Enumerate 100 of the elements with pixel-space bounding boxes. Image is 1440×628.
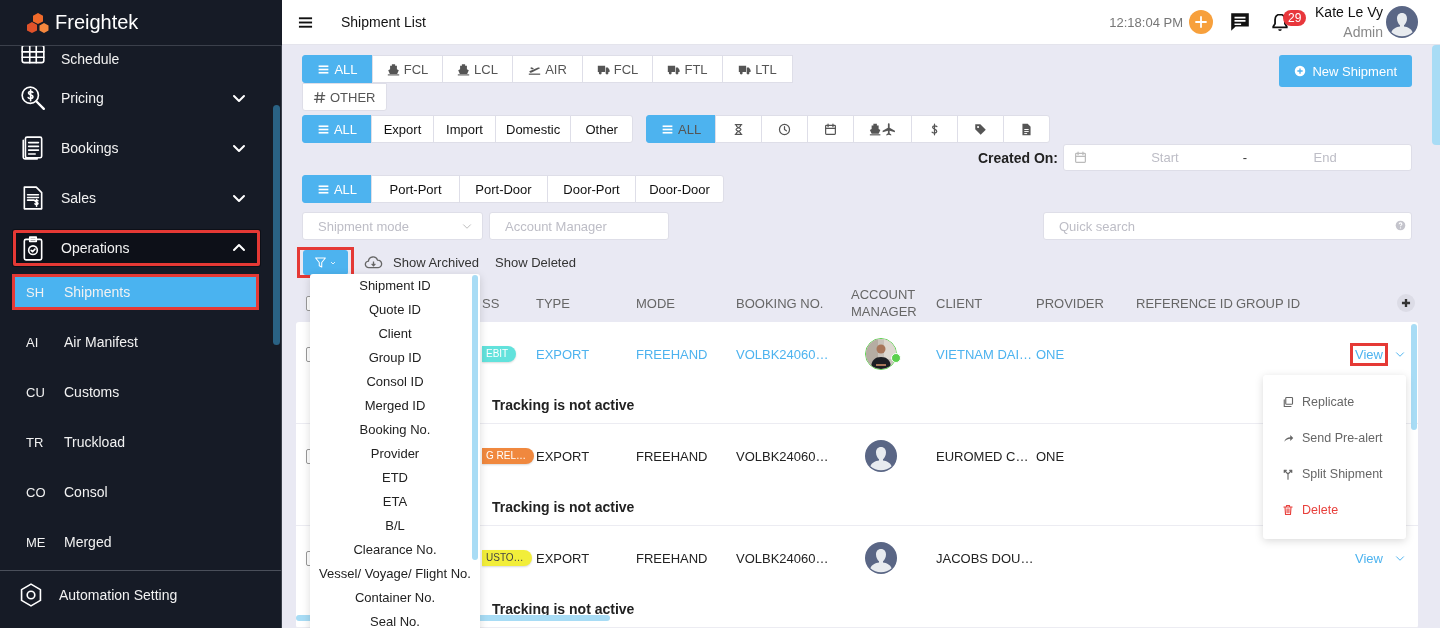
user-name: Kate Le Vy <box>1315 3 1383 22</box>
service-tab[interactable]: Port-Port <box>371 175 460 203</box>
sidebar-subitem[interactable]: AI Air Manifest <box>0 317 281 367</box>
status-tab[interactable] <box>1003 115 1051 143</box>
account-manager-field[interactable]: Account Manager <box>489 212 669 240</box>
status-tab[interactable] <box>853 115 913 143</box>
sidebar-subitem[interactable]: CU Customs <box>0 367 281 417</box>
mode-tab[interactable]: FTL <box>652 55 723 83</box>
tracking-status: Tracking is not active <box>492 397 635 413</box>
start-date-input[interactable]: Start <box>1087 149 1243 166</box>
menu-icon[interactable] <box>298 14 313 30</box>
sidebar-subitem[interactable]: CO Consol <box>0 467 281 517</box>
status-badge: USTO… <box>482 550 532 566</box>
sidebar-subitem[interactable]: TR Truckload <box>0 417 281 467</box>
mode-tab[interactable]: LTL <box>722 55 793 83</box>
direction-tab[interactable]: Other <box>570 115 634 143</box>
menu-item[interactable]: Split Shipment <box>1263 456 1406 492</box>
service-tab[interactable]: Port-Door <box>459 175 548 203</box>
show-archived-toggle[interactable]: Show Archived <box>393 255 479 270</box>
menu-item[interactable]: Vessel/ Voyage/ Flight No. <box>310 562 480 586</box>
plus-icon <box>1193 14 1209 30</box>
menu-item[interactable]: Consol ID <box>310 370 480 394</box>
menu-item[interactable]: Booking No. <box>310 418 480 442</box>
menu-item[interactable]: Provider <box>310 442 480 466</box>
calendar-icon <box>1074 151 1087 164</box>
scrollbar[interactable] <box>1411 324 1417 430</box>
column-header: CLIENT <box>936 294 983 312</box>
menu-item[interactable]: Delete <box>1263 492 1406 528</box>
search-dollar-icon <box>20 85 46 111</box>
trash-icon <box>1282 504 1294 516</box>
plus-icon[interactable] <box>1397 294 1415 312</box>
end-date-input[interactable]: End <box>1247 149 1403 166</box>
menu-item[interactable]: Send Pre-alert <box>1263 420 1406 456</box>
column-header: REFERENCE ID <box>1136 294 1233 312</box>
menu-item[interactable]: B/L <box>310 514 480 538</box>
menu-item[interactable]: Merged ID <box>310 394 480 418</box>
mode-tab[interactable]: FCL <box>582 55 653 83</box>
date-range-field[interactable]: Start - End <box>1063 144 1412 171</box>
direction-tab[interactable]: Domestic <box>495 115 572 143</box>
item-abbreviation: SH <box>26 284 46 300</box>
scrollbar[interactable] <box>472 275 478 560</box>
table-cell: VOLBK24060… <box>736 550 829 566</box>
menu-item[interactable]: ETD <box>310 466 480 490</box>
status-tab[interactable] <box>715 115 763 143</box>
direction-tab[interactable]: Import <box>433 115 496 143</box>
service-tab[interactable]: Door-Port <box>547 175 636 203</box>
sidebar-item[interactable]: Automation Setting <box>0 571 281 619</box>
menu-item[interactable]: Group ID <box>310 346 480 370</box>
scrollbar[interactable] <box>273 105 280 345</box>
avatar-icon[interactable] <box>1386 6 1418 38</box>
mode-tab[interactable]: FCL <box>372 55 443 83</box>
plus-circle-icon <box>1294 65 1307 77</box>
item-abbreviation: AI <box>26 334 40 350</box>
scrollbar[interactable] <box>1432 45 1440 145</box>
cloud-download-icon[interactable] <box>364 255 383 270</box>
sidebar-item[interactable]: Pricing <box>0 73 281 123</box>
menu-item[interactable]: ETA <box>310 490 480 514</box>
menu-item[interactable]: Seal No. <box>310 610 480 628</box>
mode-tab[interactable]: LCL <box>442 55 513 83</box>
status-badge: G REL… <box>482 448 534 464</box>
sidebar-item[interactable]: Bookings <box>0 123 281 173</box>
chat-icon[interactable] <box>1229 11 1251 33</box>
menu-item[interactable]: Container No. <box>310 586 480 610</box>
notification-badge: 29 <box>1283 10 1307 26</box>
calendar-icon <box>824 122 838 136</box>
menu-item[interactable]: Replicate <box>1263 384 1406 420</box>
sidebar-item[interactable]: Operations <box>12 229 261 267</box>
tag-icon <box>974 122 988 136</box>
table-cell: FREEHAND <box>636 550 708 566</box>
document-icon <box>1020 122 1034 136</box>
service-tab[interactable]: Door-Door <box>635 175 724 203</box>
item-abbreviation: CO <box>26 484 47 500</box>
mode-tab[interactable]: AIR <box>512 55 583 83</box>
direction-tab[interactable]: Export <box>371 115 434 143</box>
shipment-mode-select[interactable]: Shipment mode <box>302 212 483 240</box>
ship-icon <box>457 62 471 76</box>
ship-plane-icon <box>868 122 897 136</box>
status-tab[interactable] <box>807 115 855 143</box>
sidebar-item[interactable]: Sales <box>0 173 281 223</box>
mode-tab[interactable]: OTHER <box>302 83 387 111</box>
item-abbreviation: CU <box>26 384 46 400</box>
show-deleted-toggle[interactable]: Show Deleted <box>495 255 576 270</box>
sidebar-subitem[interactable]: ME Merged <box>0 517 281 567</box>
table-cell: EUROMED C… <box>936 448 1029 464</box>
menu-item[interactable]: Client <box>310 322 480 346</box>
bell-icon[interactable] <box>1271 12 1289 32</box>
status-tab[interactable] <box>761 115 809 143</box>
column-header: TYPE <box>536 294 570 312</box>
user-role: Admin <box>1343 23 1383 42</box>
filter-button[interactable] <box>303 250 348 275</box>
table-cell: JACOBS DOU… <box>936 550 1034 566</box>
sidebar-item[interactable]: Schedule <box>0 46 281 73</box>
menu-item[interactable]: Shipment ID <box>310 274 480 298</box>
status-tab[interactable] <box>957 115 1005 143</box>
menu-item[interactable]: Clearance No. <box>310 538 480 562</box>
menu-item[interactable]: Quote ID <box>310 298 480 322</box>
quick-search-field[interactable]: Quick search <box>1043 212 1412 240</box>
column-header: SS <box>482 294 500 312</box>
table-cell: EXPORT <box>536 448 590 464</box>
clock-icon <box>778 122 792 136</box>
